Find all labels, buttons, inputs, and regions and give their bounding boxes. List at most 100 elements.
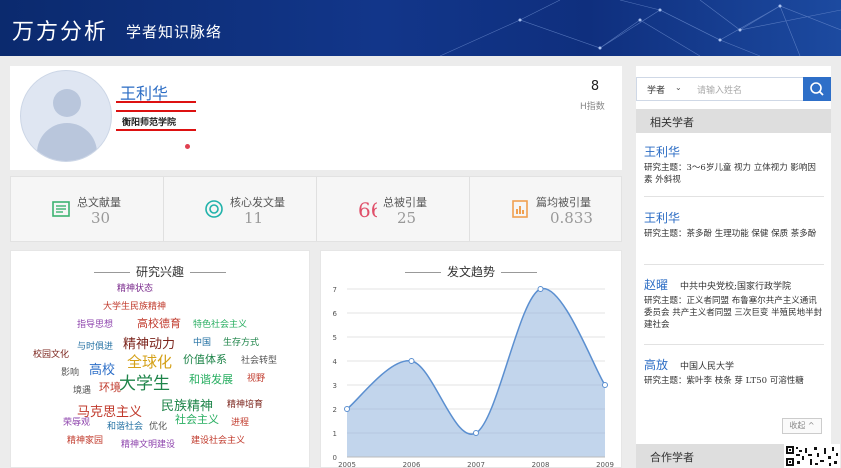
h-index-value: 8 <box>590 79 600 94</box>
affiliation-overline <box>116 110 196 112</box>
interest-keyword[interactable]: 优化 <box>149 419 167 432</box>
y-tick-label: 5 <box>333 334 337 342</box>
search-type-select[interactable]: 学者 <box>647 83 665 96</box>
interest-keyword[interactable]: 高校德育 <box>137 315 181 331</box>
quote-icon: 66 <box>358 199 377 219</box>
stat-value: 30 <box>91 209 111 227</box>
status-dot <box>185 144 190 149</box>
related-scholar-name[interactable]: 赵曜 <box>644 276 668 293</box>
interest-keyword[interactable]: 视野 <box>247 371 265 384</box>
interest-keyword[interactable]: 精神状态 <box>117 281 153 294</box>
stat-value: 25 <box>397 209 417 227</box>
stat-total-citations: 66 总被引量 25 <box>317 177 470 241</box>
related-scholar-topics: 研究主题：正义者同盟 布鲁塞尔共产主义通讯委员会 共产主义者同盟 三次巨变 半殖… <box>644 296 823 330</box>
scholar-search-box: 学者 ⌄ 请输入姓名 <box>636 77 831 101</box>
interest-keyword[interactable]: 价值体系 <box>183 351 227 367</box>
y-tick-label: 7 <box>333 286 337 294</box>
interest-keyword[interactable]: 荣辱观 <box>63 415 90 428</box>
interest-keyword[interactable]: 指导思想 <box>77 317 113 330</box>
interest-keyword[interactable]: 和谐社会 <box>107 419 143 432</box>
interest-keyword[interactable]: 与时俱进 <box>77 339 113 352</box>
interest-keyword[interactable]: 和谐发展 <box>189 371 233 387</box>
publication-trend-panel: 发文趋势 0 1 2 3 4 5 6 7 2005 2006 2007 2008 2009 <box>320 250 622 468</box>
avatar-head <box>53 89 81 117</box>
chart-doc-icon <box>512 200 528 218</box>
related-scholar-topics: 研究主题：紫叶李 枝条 芽 LT50 可溶性糖 <box>644 376 804 386</box>
related-scholar-topics: 研究主题：茶多酚 生理功能 保健 保质 茶多酚 <box>644 229 817 239</box>
svg-text:66: 66 <box>358 199 377 219</box>
document-icon <box>52 201 70 217</box>
related-scholar-name[interactable]: 王利华 <box>644 209 680 226</box>
stat-label: 总被引量 <box>383 196 427 209</box>
interest-keyword[interactable]: 高校 <box>89 359 115 378</box>
y-tick-label: 0 <box>333 454 337 462</box>
y-tick-label: 6 <box>333 310 338 318</box>
related-scholar-institution: 中国人民大学 <box>680 362 735 372</box>
x-tick-label: 2007 <box>467 461 485 467</box>
divider <box>644 196 824 197</box>
trend-point <box>408 358 415 364</box>
interest-keyword[interactable]: 精神家园 <box>67 433 103 446</box>
trend-point <box>344 406 350 412</box>
stats-bar: 总文献量 30 核心发文量 11 66 总被引量 25 篇均被引量 0.833 <box>10 176 622 242</box>
interest-keyword[interactable]: 社会主义 <box>175 411 219 427</box>
interest-keyword[interactable]: 生存方式 <box>223 335 259 348</box>
avatar-body <box>37 123 97 161</box>
x-tick-label: 2006 <box>403 461 421 467</box>
research-interests-title: 研究兴趣 <box>11 263 309 280</box>
avatar <box>20 70 112 162</box>
brand-logo[interactable]: 万方分析 <box>12 14 108 46</box>
name-underline <box>116 101 196 103</box>
related-scholar-name[interactable]: 王利华 <box>644 143 680 160</box>
divider <box>644 344 824 345</box>
interest-keyword[interactable]: 环境 <box>99 379 121 395</box>
interest-keyword[interactable]: 精神文明建设 <box>121 437 175 450</box>
search-button[interactable] <box>803 77 831 101</box>
stat-total-papers: 总文献量 30 <box>11 177 164 241</box>
interest-keyword[interactable]: 中国 <box>193 335 211 348</box>
interest-keyword[interactable]: 进程 <box>231 415 249 428</box>
x-tick-label: 2009 <box>596 461 614 467</box>
search-input[interactable]: 请输入姓名 <box>697 83 742 96</box>
interest-keyword[interactable]: 建设社会主义 <box>191 433 245 446</box>
x-tick-label: 2008 <box>532 461 550 467</box>
trend-point <box>537 286 544 292</box>
related-scholar-topics: 研究主题：3～6岁儿童 视力 立体视力 影响因素 外斜视 <box>644 163 816 185</box>
stat-core-papers: 核心发文量 11 <box>164 177 317 241</box>
stat-label: 篇均被引量 <box>536 196 591 209</box>
chevron-down-icon[interactable]: ⌄ <box>675 83 682 92</box>
x-tick-label: 2005 <box>338 461 356 467</box>
related-scholar-institution: 中共中央党校;国家行政学院 <box>680 282 792 292</box>
h-index-label: H指数 <box>580 102 605 112</box>
research-interests-panel: 研究兴趣 精神状态大学生民族精神指导思想 高校德育 特色社会主义精神动力 中国 生存方式… <box>10 250 310 468</box>
trend-point <box>602 382 608 388</box>
sidebar: 学者 ⌄ 请输入姓名 相关学者 王利华 研究主题：3～6岁儿童 视力 立体视力 … <box>636 66 831 468</box>
scholar-affiliation: 衡阳师范学院 <box>122 118 177 128</box>
interest-keyword[interactable]: 大学生 <box>119 369 170 394</box>
stat-avg-citations: 篇均被引量 0.833 <box>470 177 623 241</box>
trend-point <box>473 430 479 436</box>
qr-code-icon <box>784 444 840 468</box>
scholar-profile-card: 王利华 衡阳师范学院 8 H指数 <box>10 66 622 170</box>
interest-keyword[interactable]: 精神培育 <box>227 397 263 410</box>
publication-trend-chart: 0 1 2 3 4 5 6 7 2005 2006 2007 2008 2009 <box>333 286 614 467</box>
related-scholar-name[interactable]: 高放 <box>644 356 668 373</box>
stat-value: 0.833 <box>550 209 593 227</box>
y-tick-label: 2 <box>333 406 337 414</box>
page-subtitle: 学者知识脉络 <box>126 23 223 41</box>
target-icon <box>205 200 223 218</box>
interest-keyword[interactable]: 社会转型 <box>241 353 277 366</box>
interest-keyword[interactable]: 大学生民族精神 <box>103 299 166 312</box>
interest-keyword[interactable]: 校园文化 <box>33 347 69 360</box>
stat-label: 核心发文量 <box>230 196 285 209</box>
interest-keyword[interactable]: 影响 <box>61 365 79 378</box>
interest-keyword[interactable]: 特色社会主义 <box>193 317 247 330</box>
collapse-button[interactable]: 收起 ^ <box>782 418 822 434</box>
interest-keyword[interactable]: 境遇 <box>73 383 91 396</box>
stat-value: 11 <box>244 209 264 227</box>
related-scholars-header: 相关学者 <box>636 109 831 133</box>
header-bar: 万方分析 学者知识脉络 <box>0 0 841 56</box>
y-tick-label: 1 <box>333 430 337 438</box>
interest-keyword[interactable]: 精神动力 <box>123 333 175 352</box>
affiliation-underline <box>116 129 196 131</box>
